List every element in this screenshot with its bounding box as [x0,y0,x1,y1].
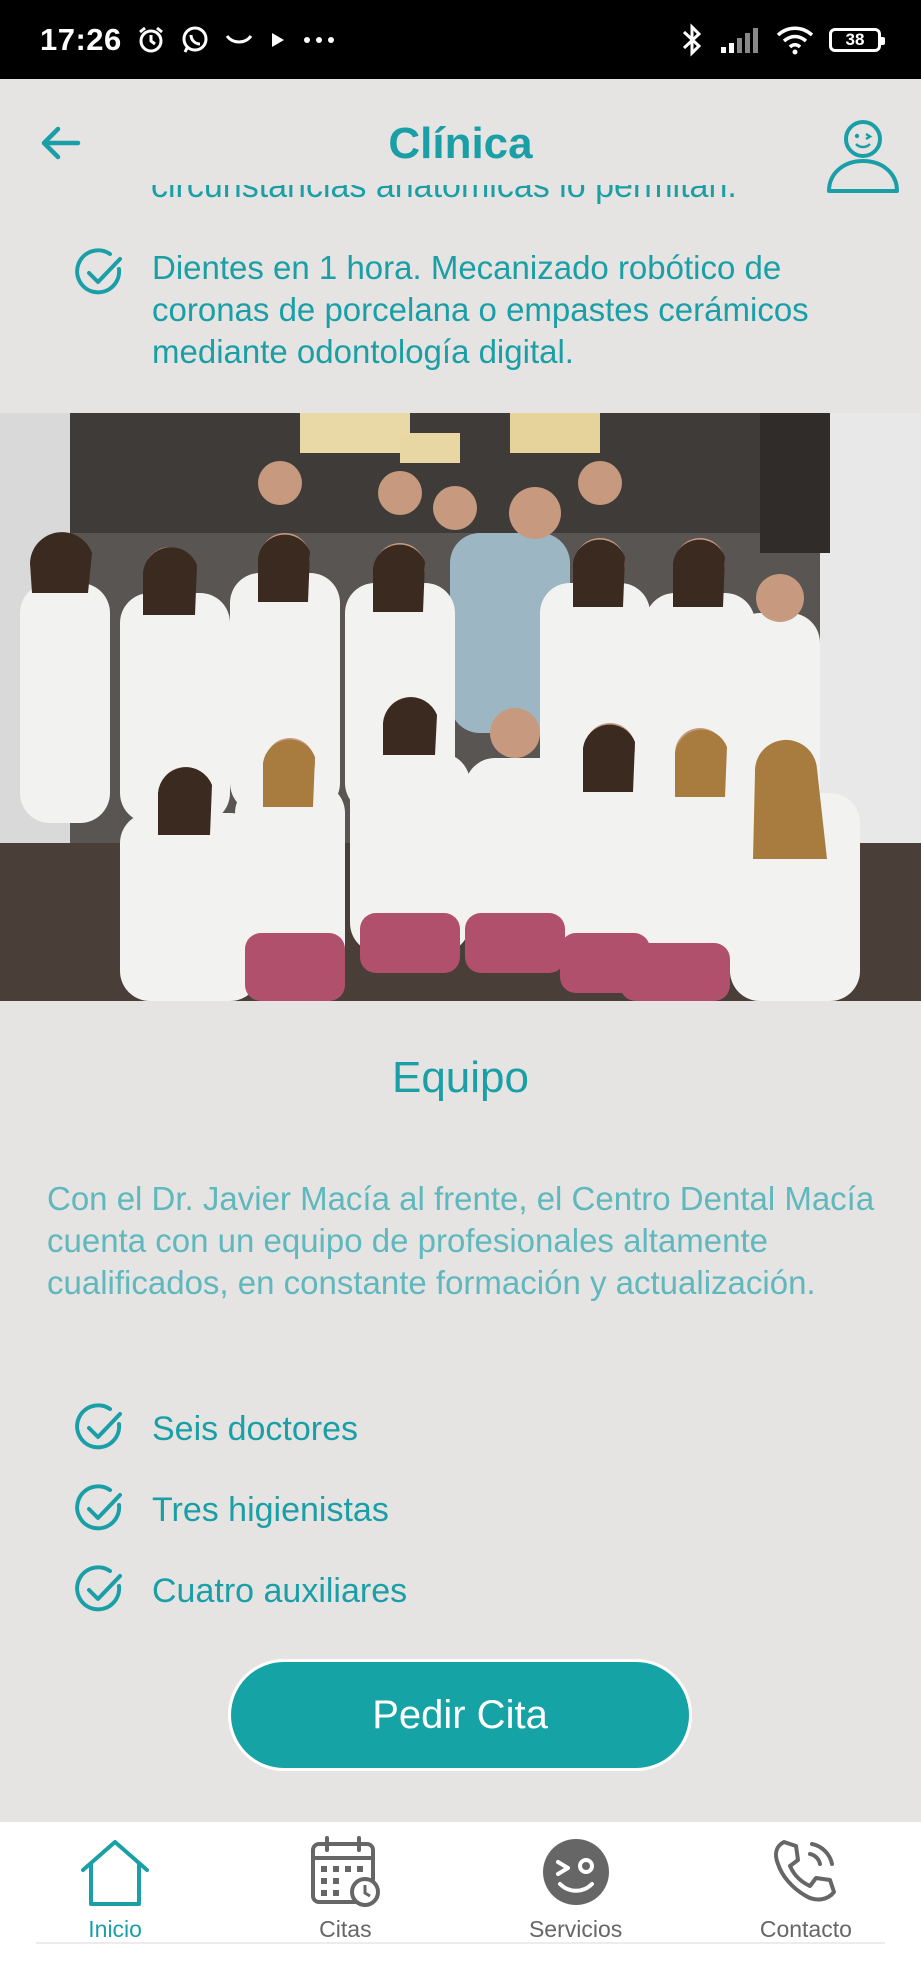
nav-label: Servicios [528,1916,623,1942]
book-appointment-button[interactable]: Pedir Cita [228,1659,692,1771]
status-bar: 17:26 38 [0,0,921,79]
status-time: 17:26 [40,21,122,57]
list-item-label: Tres higienistas [152,1490,389,1529]
alarm-icon [136,25,166,55]
profile-button[interactable] [823,115,903,195]
play-icon [268,30,288,50]
team-photo [0,413,921,1001]
bluetooth-icon [679,22,705,57]
status-left: 17:26 [40,22,336,58]
cutoff-text: circunstancias anatómicas lo permitan. [151,185,737,205]
calendar-icon [311,1836,381,1907]
smile-icon [224,30,254,50]
phone-icon [773,1840,836,1902]
user-icon [827,120,899,193]
nav-item-citas[interactable]: Citas [230,1822,460,1962]
nav-label: Contacto [759,1916,852,1942]
signal-icon [719,25,761,55]
nav-label: Citas [319,1916,372,1942]
list-item: Tres higienistas [72,1483,389,1537]
check-circle-icon [75,1403,122,1450]
home-icon [81,1840,150,1906]
section-title: Equipo [391,1053,529,1102]
section-description: Con el Dr. Javier Macía al frente, el Ce… [47,1180,875,1301]
whatsapp-icon [180,25,210,55]
services-icon [542,1839,609,1905]
nav-divider [36,1942,885,1944]
check-circle-icon [75,1484,122,1531]
battery-icon: 38 [829,27,885,52]
wifi-icon [775,24,815,56]
check-circle-icon [75,248,122,295]
list-item-label: Seis doctores [152,1409,358,1448]
more-icon [302,35,336,45]
bottom-nav: Inicio Citas Servicios Contacto [0,1822,921,1962]
nav-item-contacto[interactable]: Contacto [691,1822,921,1962]
nav-label: Inicio [88,1916,142,1942]
list-item-label: Cuatro auxiliares [152,1571,408,1610]
cutoff-text-container: circunstancias anatómicas lo permitan. [0,185,921,220]
check-circle-icon [75,1565,122,1612]
list-item: Cuatro auxiliares [72,1564,407,1618]
page-title: Clínica [388,119,533,168]
nav-item-inicio[interactable]: Inicio [0,1822,230,1962]
feature-text: Dientes en 1 hora. Mecanizado robótico d… [152,249,809,370]
status-right: 38 [679,22,885,57]
nav-item-servicios[interactable]: Servicios [461,1822,691,1962]
feature-item: Dientes en 1 hora. Mecanizado robótico d… [72,247,872,373]
list-item: Seis doctores [72,1402,358,1456]
